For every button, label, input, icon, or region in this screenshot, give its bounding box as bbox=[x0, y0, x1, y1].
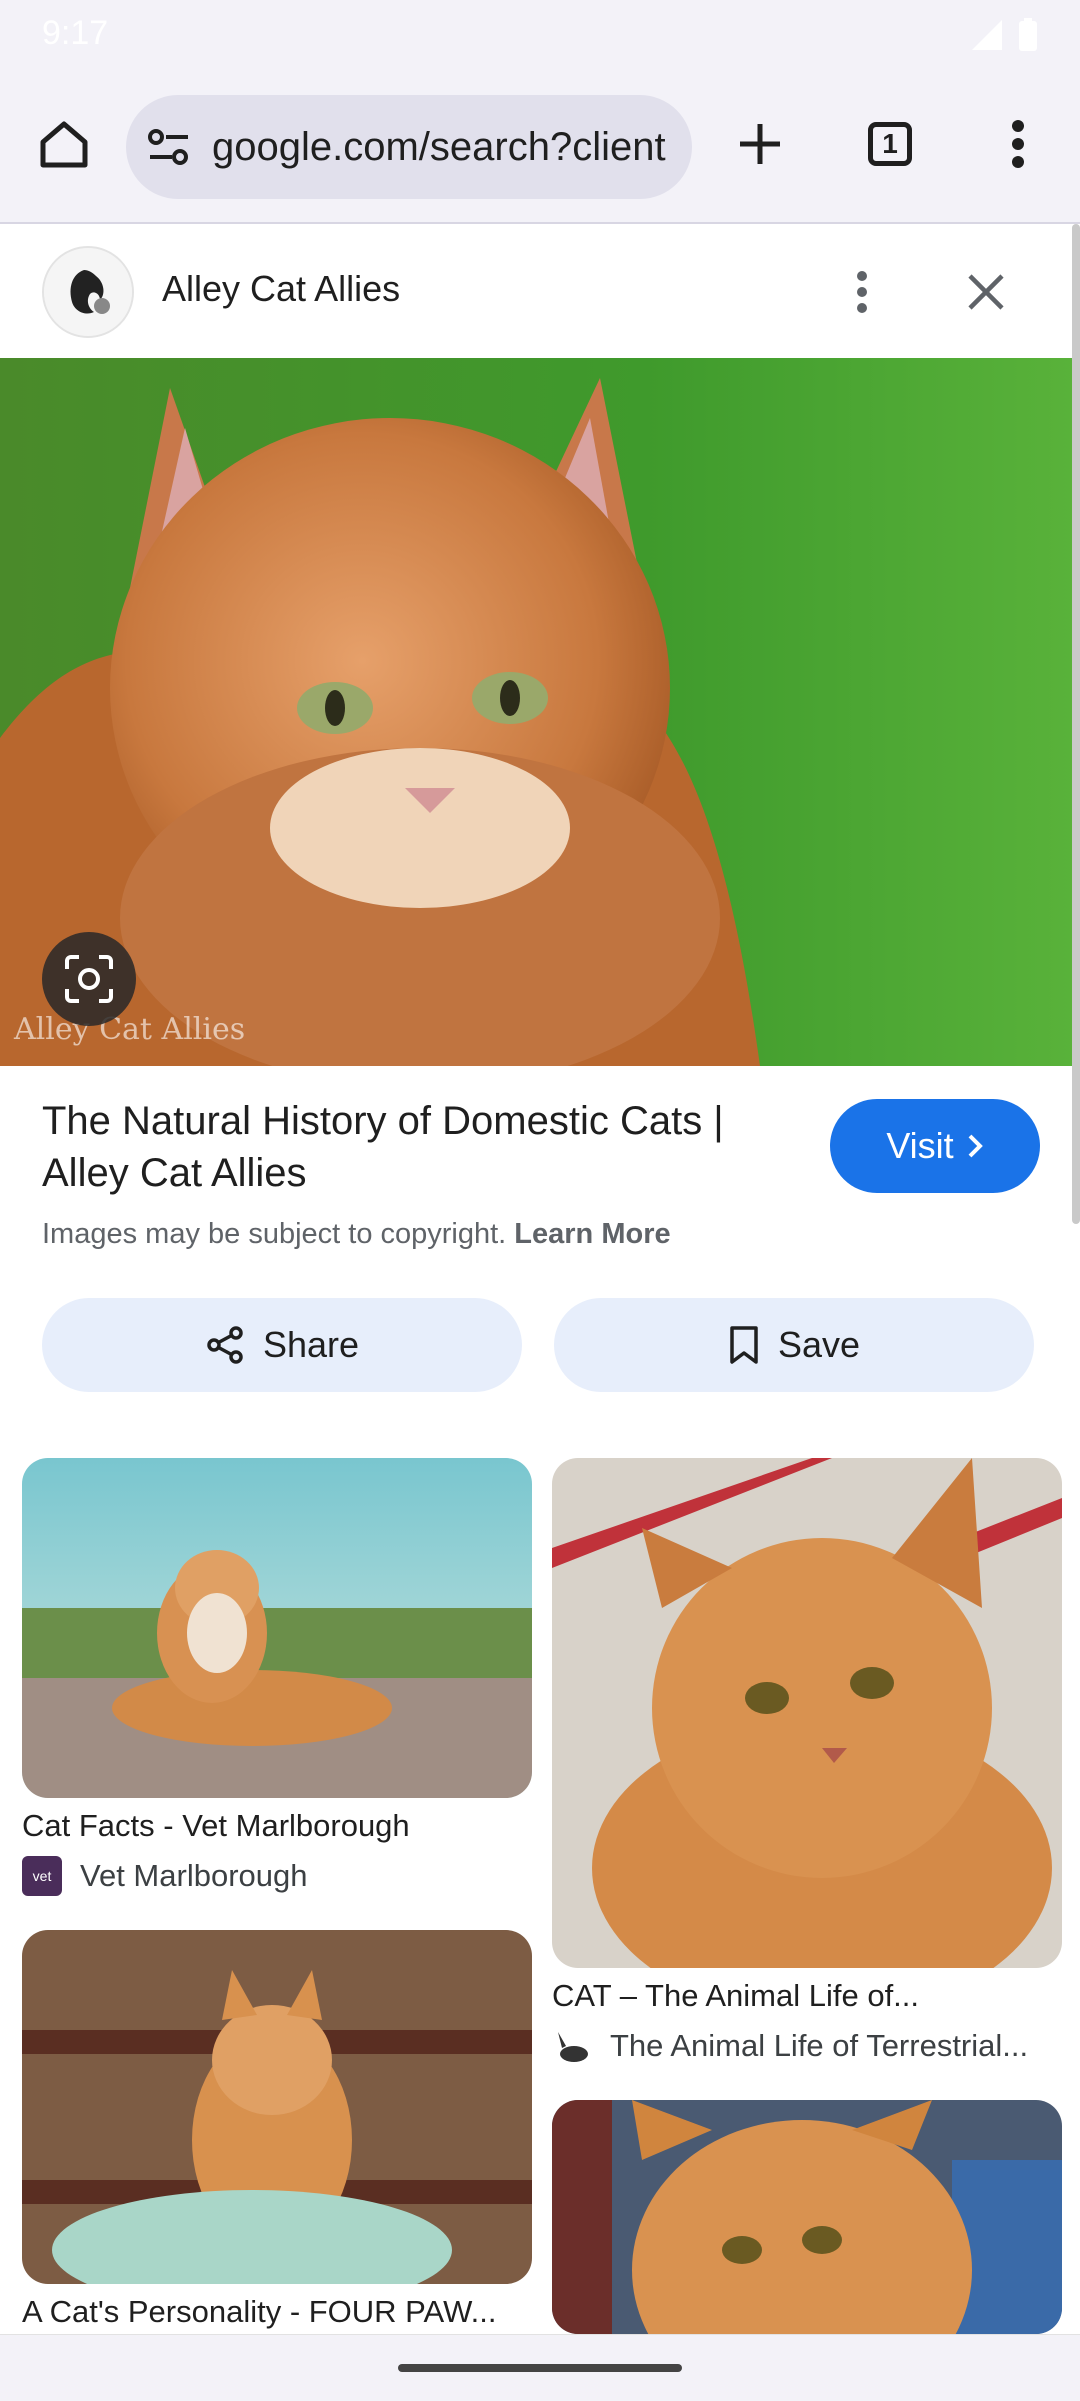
home-gesture-handle[interactable] bbox=[398, 2364, 682, 2372]
tab-count: 1 bbox=[882, 128, 898, 159]
share-icon bbox=[207, 1326, 243, 1364]
google-lens-button[interactable] bbox=[42, 932, 136, 1026]
bookmark-icon bbox=[730, 1326, 758, 1364]
visit-label: Visit bbox=[886, 1125, 954, 1166]
more-vert-icon bbox=[857, 271, 867, 313]
related-image-4[interactable] bbox=[552, 2100, 1062, 2334]
url-text: google.com/search?client bbox=[212, 124, 666, 169]
related-source-2[interactable]: The Animal Life of Terrestrial... bbox=[552, 2026, 1062, 2066]
save-button[interactable]: Save bbox=[554, 1298, 1034, 1392]
share-button[interactable]: Share bbox=[42, 1298, 522, 1392]
share-label: Share bbox=[262, 1324, 360, 1365]
address-bar[interactable]: google.com/search?client bbox=[126, 95, 692, 199]
site-logo-icon bbox=[42, 246, 134, 338]
animal-life-favicon-icon bbox=[552, 2026, 592, 2066]
learn-more-link[interactable]: Learn More bbox=[514, 1218, 670, 1250]
tab-count-icon: 1 bbox=[868, 122, 912, 166]
related-source-label-2: The Animal Life of Terrestrial... bbox=[610, 2028, 1029, 2063]
close-button[interactable] bbox=[946, 252, 1026, 332]
signal-icon bbox=[972, 20, 1002, 50]
related-source-label-1: Vet Marlborough bbox=[80, 1858, 308, 1893]
battery-icon bbox=[1019, 18, 1037, 51]
site-name[interactable]: Alley Cat Allies bbox=[162, 268, 400, 310]
related-source-1[interactable]: vet Vet Marlborough bbox=[22, 1856, 532, 1896]
related-title-3[interactable]: A Cat's Personality - FOUR PAW... bbox=[22, 2294, 532, 2330]
status-time: 9:17 bbox=[42, 14, 109, 52]
panel-header: Alley Cat Allies bbox=[0, 224, 1080, 359]
more-vert-icon bbox=[1012, 120, 1024, 168]
related-image-2[interactable] bbox=[552, 1458, 1062, 1968]
visit-button[interactable]: Visit bbox=[830, 1099, 1040, 1193]
scrollbar[interactable] bbox=[1072, 224, 1080, 1224]
panel-more-button[interactable] bbox=[822, 252, 902, 332]
main-image[interactable] bbox=[0, 358, 1076, 1066]
related-image-3[interactable] bbox=[22, 1930, 532, 2284]
home-button[interactable] bbox=[22, 102, 106, 186]
chevron-right-icon bbox=[968, 1134, 983, 1158]
related-title-1[interactable]: Cat Facts - Vet Marlborough bbox=[22, 1808, 532, 1844]
site-settings-icon[interactable] bbox=[146, 124, 192, 170]
copyright-text: Images may be subject to copyright. bbox=[42, 1218, 507, 1250]
image-watermark: Alley Cat Allies bbox=[14, 1012, 246, 1047]
related-title-2[interactable]: CAT – The Animal Life of... bbox=[552, 1978, 1062, 2014]
status-bar: 9:17 bbox=[0, 0, 1080, 70]
result-title[interactable]: The Natural History of Domestic Cats | A… bbox=[42, 1095, 802, 1199]
close-icon bbox=[968, 274, 1004, 310]
browser-toolbar: google.com/search?client 1 bbox=[0, 70, 1080, 224]
vet-favicon-icon: vet bbox=[22, 1856, 62, 1896]
copyright-notice: Images may be subject to copyright. Lear… bbox=[42, 1218, 671, 1251]
new-tab-button[interactable] bbox=[718, 102, 802, 186]
status-icons bbox=[970, 18, 1038, 52]
home-icon bbox=[40, 121, 88, 168]
plus-icon bbox=[740, 124, 780, 164]
save-label: Save bbox=[777, 1324, 861, 1365]
related-image-1[interactable] bbox=[22, 1458, 532, 1798]
lens-icon bbox=[65, 955, 113, 1003]
tab-switcher-button[interactable]: 1 bbox=[848, 102, 932, 186]
browser-menu-button[interactable] bbox=[976, 102, 1060, 186]
